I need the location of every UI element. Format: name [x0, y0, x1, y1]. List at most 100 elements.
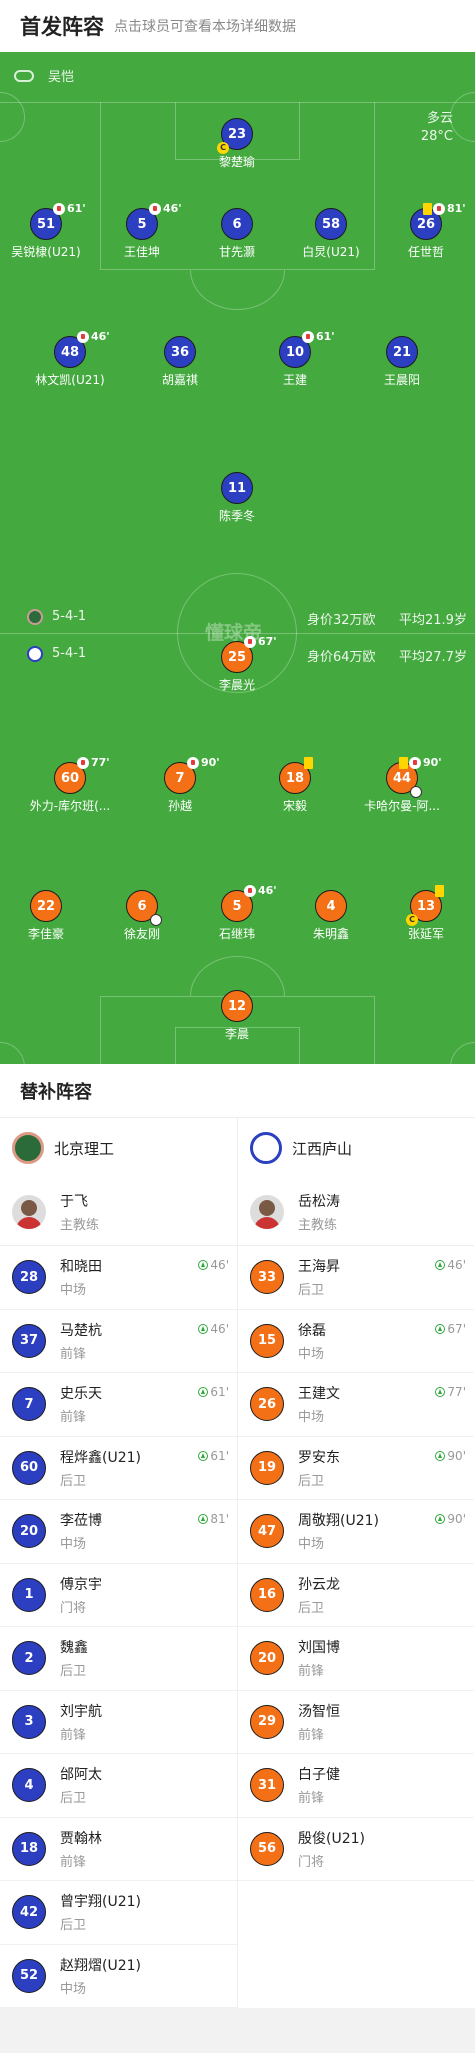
home-team-name: 北京理工 — [54, 1139, 115, 1158]
bench-player-position: 前锋 — [298, 1791, 325, 1807]
bench-player-number: 29 — [250, 1704, 284, 1739]
substitution-badge: 77' — [77, 756, 110, 769]
bench-player-row[interactable]: 3 刘宇航 前锋 — [0, 1691, 237, 1754]
lineup-header: 首发阵容 点击球员可查看本场详细数据 — [0, 0, 475, 52]
player-marker[interactable]: 26 81' 任世哲 — [366, 202, 475, 260]
sub-out-icon — [149, 202, 161, 215]
home-team[interactable]: 北京理工 — [0, 1118, 237, 1178]
bench-player-position: 中场 — [60, 1283, 87, 1299]
home-value: 身价32万欧 — [307, 613, 376, 628]
substitution-badge: 81' — [433, 202, 466, 215]
player-name: 宋毅 — [282, 799, 307, 813]
bench-player-row[interactable]: 60 程烨鑫(U21) 后卫 61' — [0, 1437, 237, 1500]
away-team[interactable]: 江西庐山 — [238, 1118, 474, 1178]
bench-player-row[interactable]: 20 李莅博 中场 81' — [0, 1500, 237, 1564]
player-marker[interactable]: 11 陈季冬 — [177, 472, 297, 524]
goal-ball-icon — [150, 914, 162, 926]
player-number-text: 25 — [227, 649, 247, 665]
bench-player-row[interactable]: 1 傅京宇 门将 — [0, 1564, 237, 1627]
bench-player-name: 刘宇航 — [60, 1703, 102, 1720]
player-number-text: 22 — [36, 898, 56, 914]
player-number: 51 61' — [30, 202, 86, 240]
sub-in-minute: 90' — [435, 1512, 466, 1526]
bench-player-position: 前锋 — [60, 1727, 87, 1743]
bench-player-row[interactable]: 42 曾宇翔(U21) 后卫 — [0, 1881, 237, 1945]
bench-player-number: 42 — [12, 1895, 46, 1930]
sub-in-minute: 46' — [198, 1258, 229, 1272]
player-marker[interactable]: 23 C 黎楚瑜 — [177, 118, 297, 170]
player-marker[interactable]: 25 67' 李晨光 — [177, 635, 297, 693]
bench-player-row[interactable]: 2 魏鑫 后卫 — [0, 1627, 237, 1691]
bench-player-row[interactable]: 18 贾翰林 前锋 — [0, 1818, 237, 1881]
sub-in-minute: 46' — [435, 1258, 466, 1272]
sub-in-minute-text: 61' — [210, 1448, 229, 1463]
player-number: 5 46' — [221, 884, 277, 922]
away-coach[interactable]: 岳松涛 主教练 — [238, 1178, 474, 1246]
bench-player-name: 孙云龙 — [298, 1576, 340, 1593]
player-marker[interactable]: 7 90' 孙越 — [120, 756, 240, 814]
weather-temperature: 28°C — [420, 129, 453, 144]
bench-player-row[interactable]: 16 孙云龙 后卫 — [238, 1564, 474, 1627]
player-marker[interactable]: 12 李晨 — [177, 990, 297, 1042]
bench-player-row[interactable]: 26 王建文 中场 77' — [238, 1373, 474, 1437]
sub-out-icon — [409, 756, 421, 769]
yellow-card-icon — [399, 757, 408, 769]
player-name: 黎楚瑜 — [218, 155, 255, 169]
bench-player-number: 1 — [12, 1577, 46, 1612]
bench-player-row[interactable]: 52 赵翔熠(U21) 中场 — [0, 1945, 237, 2008]
bench-player-name: 赵翔熠(U21) — [60, 1957, 141, 1974]
bench-player-name: 史乐天 — [60, 1386, 102, 1403]
bench-player-name: 曾宇翔(U21) — [60, 1894, 141, 1911]
home-coach[interactable]: 于飞 主教练 — [0, 1178, 237, 1246]
player-marker[interactable]: 18 宋毅 — [235, 757, 355, 814]
bench-player-number: 47 — [250, 1514, 284, 1549]
sub-in-minute-text: 81' — [210, 1512, 229, 1526]
player-number-text: 7 — [175, 770, 185, 786]
bench-player-row[interactable]: 56 殷俊(U21) 门将 — [238, 1818, 474, 1881]
sub-out-icon — [187, 756, 199, 769]
bench-player-row[interactable]: 19 罗安东 后卫 90' — [238, 1437, 474, 1500]
sub-minute: 61' — [316, 330, 335, 343]
bench-player-number: 2 — [12, 1641, 46, 1676]
bench-player-name: 和晓田 — [60, 1259, 102, 1276]
bench-player-row[interactable]: 47 周敬翔(U21) 中场 90' — [238, 1500, 474, 1564]
bench-player-row[interactable]: 29 汤智恒 前锋 — [238, 1691, 474, 1754]
bench-player-row[interactable]: 31 白子健 前锋 — [238, 1754, 474, 1818]
player-number-text: 58 — [321, 216, 341, 232]
bench-player-position: 后卫 — [60, 1664, 87, 1680]
player-number-text: 13 — [416, 898, 436, 914]
away-bench: 江西庐山 岳松涛 主教练 33 王海昇 后卫 46' 15 徐磊 中场 67' 26 王建文 中场 7… — [237, 1118, 474, 2008]
player-number-text: 21 — [392, 344, 412, 360]
away-formation: 5-4-1 — [52, 646, 87, 661]
player-name: 胡嘉祺 — [161, 373, 198, 387]
sub-in-icon — [198, 1387, 209, 1397]
bench-player-row[interactable]: 20 刘国博 前锋 — [238, 1627, 474, 1691]
bench-player-row[interactable]: 4 邰阿太 后卫 — [0, 1754, 237, 1818]
player-marker[interactable]: 36 胡嘉祺 — [120, 336, 240, 388]
player-marker[interactable]: 44 90' 卡哈尔曼-阿... — [342, 756, 462, 814]
player-name: 张延军 — [407, 927, 444, 941]
bench-player-position: 后卫 — [60, 1791, 87, 1807]
bench-player-name: 傅京宇 — [60, 1576, 102, 1593]
player-number: 21 — [386, 336, 418, 368]
bench-player-name: 殷俊(U21) — [298, 1830, 365, 1847]
sub-minute: 90' — [423, 756, 442, 769]
coach-role: 主教练 — [60, 1217, 100, 1233]
player-marker[interactable]: 10 61' 王建 — [235, 330, 355, 388]
bench-player-row[interactable]: 33 王海昇 后卫 46' — [238, 1246, 474, 1310]
sub-in-icon — [198, 1514, 209, 1524]
bench-player-row[interactable]: 37 马楚杭 前锋 46' — [0, 1310, 237, 1373]
player-marker[interactable]: 60 77' 外力-库尔班(... — [10, 756, 130, 814]
player-marker[interactable]: 13 C 张延军 — [366, 885, 475, 942]
bench-player-row[interactable]: 15 徐磊 中场 67' — [238, 1310, 474, 1373]
yellow-card-icon — [304, 757, 313, 769]
lineup-title: 首发阵容 — [20, 15, 104, 39]
sub-minute: 77' — [91, 756, 110, 769]
bench-player-row[interactable]: 28 和晓田 中场 46' — [0, 1246, 237, 1310]
substitution-badge: 90' — [409, 756, 442, 769]
player-name: 王晨阳 — [383, 373, 420, 387]
player-marker[interactable]: 48 46' 林文凯(U21) — [10, 330, 130, 388]
bench-player-position: 中场 — [298, 1537, 325, 1553]
bench-player-row[interactable]: 7 史乐天 前锋 61' — [0, 1373, 237, 1437]
player-marker[interactable]: 21 王晨阳 — [342, 336, 462, 388]
